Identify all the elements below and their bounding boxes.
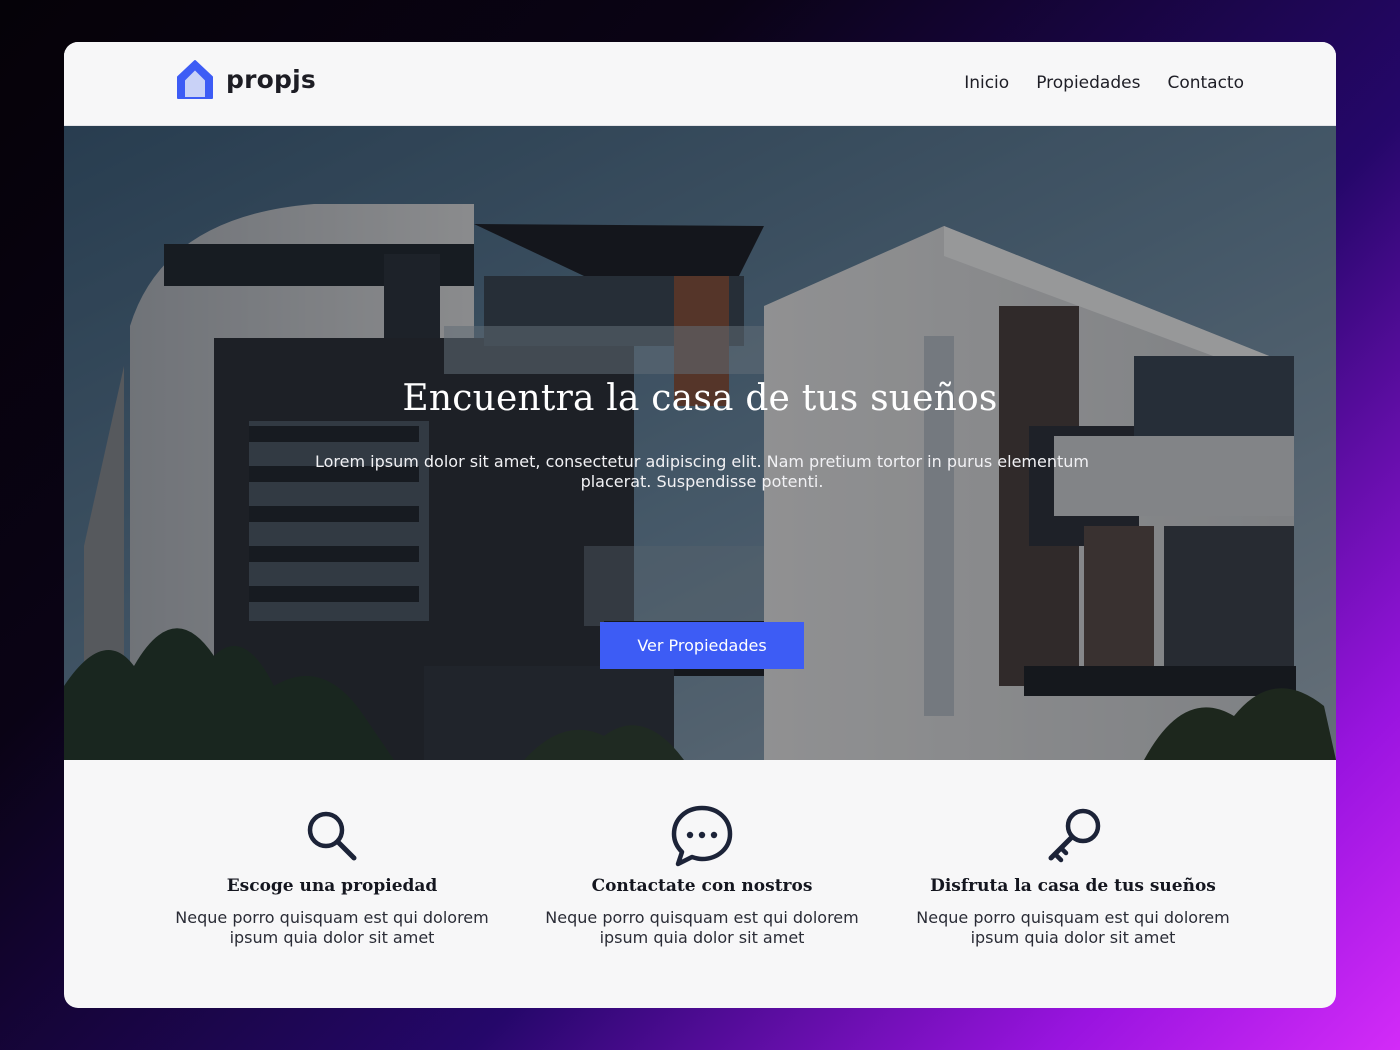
ver-propiedades-button[interactable]: Ver Propiedades xyxy=(600,622,804,669)
house-icon xyxy=(177,60,213,99)
page-card: propjs Inicio Propiedades Contacto Encue… xyxy=(64,42,1336,1008)
chat-bubble-icon xyxy=(671,805,733,867)
hero-title: Encuentra la casa de tus sueños xyxy=(402,378,998,419)
feature-disfruta: Disfruta la casa de tus sueños Neque por… xyxy=(903,804,1243,948)
nav-link-contacto[interactable]: Contacto xyxy=(1167,73,1244,93)
features-section: Escoge una propiedad Neque porro quisqua… xyxy=(64,760,1336,1008)
feature-text: Neque porro quisquam est qui dolorem ips… xyxy=(175,908,489,947)
hero-section: Encuentra la casa de tus sueños Lorem ip… xyxy=(64,126,1336,760)
brand-name: propjs xyxy=(226,64,316,94)
main-nav: Inicio Propiedades Contacto xyxy=(964,73,1244,93)
feature-title: Contactate con nostros xyxy=(591,876,813,896)
feature-contactate: Contactate con nostros Neque porro quisq… xyxy=(532,804,872,948)
hero-description: Lorem ipsum dolor sit amet, consectetur … xyxy=(314,452,1089,491)
nav-link-inicio[interactable]: Inicio xyxy=(964,73,1009,93)
feature-title: Escoge una propiedad xyxy=(226,876,438,896)
feature-text: Neque porro quisquam est qui dolorem ips… xyxy=(916,908,1230,947)
feature-text: Neque porro quisquam est qui dolorem ips… xyxy=(545,908,859,947)
nav-link-propiedades[interactable]: Propiedades xyxy=(1036,73,1140,93)
key-icon xyxy=(1048,808,1101,863)
feature-title: Disfruta la casa de tus sueños xyxy=(930,876,1216,896)
logo[interactable]: propjs xyxy=(174,58,316,100)
feature-escoge: Escoge una propiedad Neque porro quisqua… xyxy=(162,804,502,948)
site-header: propjs Inicio Propiedades Contacto xyxy=(64,42,1336,126)
search-icon xyxy=(307,811,357,861)
